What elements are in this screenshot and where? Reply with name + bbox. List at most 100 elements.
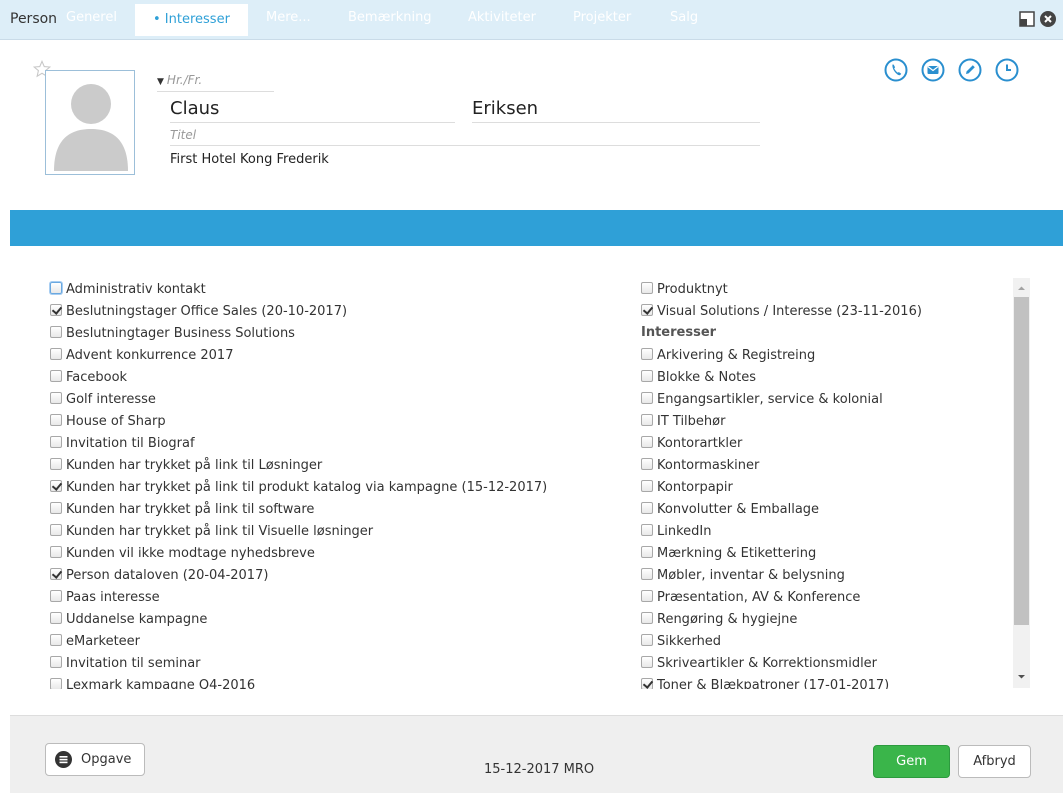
tab-aktiviteter[interactable]: Aktiviteter bbox=[468, 0, 536, 36]
list-item[interactable]: Uddanelse kampagne bbox=[50, 610, 207, 630]
checkbox[interactable] bbox=[641, 370, 653, 382]
close-circle-icon[interactable] bbox=[1040, 11, 1056, 27]
checkbox[interactable] bbox=[50, 590, 62, 602]
list-item[interactable]: Lexmark kampagne Q4-2016 bbox=[50, 676, 255, 689]
list-item[interactable]: Golf interesse bbox=[50, 390, 156, 410]
list-item[interactable]: Produktnyt bbox=[641, 280, 728, 300]
list-item[interactable]: Kontorpapir bbox=[641, 478, 733, 498]
checkbox[interactable] bbox=[50, 414, 62, 426]
checkbox[interactable] bbox=[641, 282, 653, 294]
list-item[interactable]: Rengøring & hygiejne bbox=[641, 610, 797, 630]
list-item[interactable]: LinkedIn bbox=[641, 522, 711, 542]
tab-projekter[interactable]: Projekter bbox=[573, 0, 631, 36]
tab-mere[interactable]: Mere... bbox=[266, 0, 311, 36]
list-item[interactable]: Præsentation, AV & Konference bbox=[641, 588, 860, 608]
checkbox[interactable] bbox=[50, 678, 62, 689]
list-item[interactable]: eMarketeer bbox=[50, 632, 140, 652]
list-item[interactable]: Beslutningtager Business Solutions bbox=[50, 324, 295, 344]
list-item[interactable]: Visual Solutions / Interesse (23-11-2016… bbox=[641, 302, 922, 322]
tab-interesser[interactable]: • Interesser bbox=[135, 4, 248, 36]
edit-icon[interactable] bbox=[958, 58, 982, 82]
list-item[interactable]: Beslutningstager Office Sales (20-10-201… bbox=[50, 302, 347, 322]
list-item[interactable]: Paas interesse bbox=[50, 588, 160, 608]
checkbox[interactable] bbox=[50, 392, 62, 404]
checkbox[interactable] bbox=[641, 612, 653, 624]
company-link[interactable]: First Hotel Kong Frederik bbox=[170, 152, 329, 167]
cancel-button[interactable]: Afbryd bbox=[958, 745, 1031, 778]
list-item[interactable]: Blokke & Notes bbox=[641, 368, 756, 388]
checkbox[interactable] bbox=[641, 414, 653, 426]
checkbox[interactable] bbox=[641, 568, 653, 580]
avatar[interactable] bbox=[45, 70, 135, 175]
list-item[interactable]: Konvolutter & Emballage bbox=[641, 500, 819, 520]
list-item[interactable]: Kontormaskiner bbox=[641, 456, 759, 476]
checkbox[interactable] bbox=[50, 282, 62, 294]
scrollbar-thumb[interactable] bbox=[1014, 297, 1029, 625]
list-item[interactable]: Arkivering & Registreing bbox=[641, 346, 815, 366]
checkbox[interactable] bbox=[641, 546, 653, 558]
checkbox[interactable] bbox=[50, 458, 62, 470]
list-item[interactable]: Kunden har trykket på link til Løsninger bbox=[50, 456, 322, 476]
checkbox[interactable] bbox=[50, 634, 62, 646]
checkbox[interactable] bbox=[50, 436, 62, 448]
list-item[interactable]: Toner & Blækpatroner (17-01-2017) bbox=[641, 676, 889, 689]
checkbox[interactable] bbox=[641, 304, 653, 316]
checkbox[interactable] bbox=[50, 326, 62, 338]
checkbox[interactable] bbox=[641, 656, 653, 668]
checkbox[interactable] bbox=[641, 524, 653, 536]
list-item[interactable]: Sikkerhed bbox=[641, 632, 721, 652]
list-item[interactable]: Facebook bbox=[50, 368, 127, 388]
checkbox[interactable] bbox=[50, 546, 62, 558]
checkbox[interactable] bbox=[50, 568, 62, 580]
task-list-icon bbox=[55, 751, 72, 768]
list-item[interactable]: Engangsartikler, service & kolonial bbox=[641, 390, 883, 410]
checkbox[interactable] bbox=[50, 612, 62, 624]
phone-icon[interactable] bbox=[884, 58, 908, 82]
tab-bemaerkning[interactable]: Bemærkning bbox=[348, 0, 432, 36]
restore-window-icon[interactable] bbox=[1019, 11, 1035, 27]
list-item[interactable]: Advent konkurrence 2017 bbox=[50, 346, 233, 366]
save-button[interactable]: Gem bbox=[873, 745, 950, 778]
checkbox[interactable] bbox=[50, 370, 62, 382]
tab-generel[interactable]: Generel bbox=[66, 0, 117, 36]
list-item[interactable]: Kunden har trykket på link til Visuelle … bbox=[50, 522, 373, 542]
list-item[interactable]: House of Sharp bbox=[50, 412, 166, 432]
list-item[interactable]: Kunden vil ikke modtage nyhedsbreve bbox=[50, 544, 315, 564]
checkbox[interactable] bbox=[641, 678, 653, 689]
checkbox[interactable] bbox=[641, 458, 653, 470]
checkbox[interactable] bbox=[50, 304, 62, 316]
list-item[interactable]: Invitation til Biograf bbox=[50, 434, 195, 454]
list-item[interactable]: Mærkning & Etikettering bbox=[641, 544, 816, 564]
list-item[interactable]: Kontorartkler bbox=[641, 434, 742, 454]
list-item[interactable]: Person dataloven (20-04-2017) bbox=[50, 566, 268, 586]
checkbox[interactable] bbox=[50, 524, 62, 536]
last-name-field[interactable]: Eriksen bbox=[472, 98, 760, 123]
checkbox[interactable] bbox=[641, 502, 653, 514]
scroll-down-icon[interactable] bbox=[1013, 668, 1030, 685]
list-item[interactable]: Kunden har trykket på link til software bbox=[50, 500, 314, 520]
task-button[interactable]: Opgave bbox=[45, 743, 145, 776]
checkbox[interactable] bbox=[641, 392, 653, 404]
list-item[interactable]: Invitation til seminar bbox=[50, 654, 201, 674]
clock-icon[interactable] bbox=[995, 58, 1019, 82]
scroll-up-icon[interactable] bbox=[1013, 280, 1030, 297]
email-icon[interactable] bbox=[921, 58, 945, 82]
list-item[interactable]: Møbler, inventar & belysning bbox=[641, 566, 845, 586]
tab-salg[interactable]: Salg bbox=[670, 0, 698, 36]
checkbox[interactable] bbox=[50, 502, 62, 514]
title-field[interactable]: Titel bbox=[170, 128, 760, 146]
list-item[interactable]: Administrativ kontakt bbox=[50, 280, 206, 300]
salutation-dropdown[interactable]: ▼ Hr./Fr. bbox=[157, 73, 274, 92]
checkbox[interactable] bbox=[50, 348, 62, 360]
list-item[interactable]: IT Tilbehør bbox=[641, 412, 725, 432]
list-item[interactable]: Kunden har trykket på link til produkt k… bbox=[50, 478, 547, 498]
checkbox[interactable] bbox=[641, 348, 653, 360]
checkbox[interactable] bbox=[641, 436, 653, 448]
first-name-field[interactable]: Claus bbox=[170, 98, 455, 123]
checkbox[interactable] bbox=[50, 480, 62, 492]
checkbox[interactable] bbox=[50, 656, 62, 668]
list-item[interactable]: Skriveartikler & Korrektionsmidler bbox=[641, 654, 877, 674]
checkbox[interactable] bbox=[641, 634, 653, 646]
checkbox[interactable] bbox=[641, 590, 653, 602]
checkbox[interactable] bbox=[641, 480, 653, 492]
